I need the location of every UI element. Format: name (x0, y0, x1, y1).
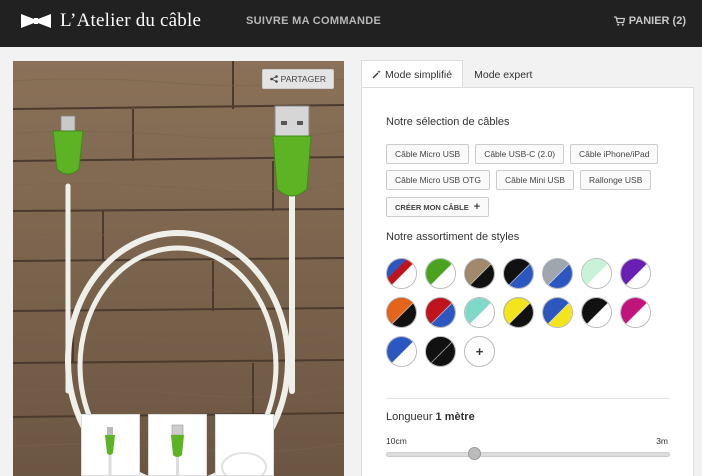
top-navigation-bar: L’Atelier du câble SUIVRE MA COMMANDE PA… (0, 0, 702, 47)
tab-expert-label: Mode expert (474, 68, 533, 81)
share-icon (269, 75, 278, 83)
length-min-label: 10cm (386, 436, 407, 446)
swatch-red-blue-2[interactable] (425, 297, 456, 328)
add-style-button[interactable]: + (464, 336, 495, 367)
cable-usb-c-button[interactable]: Câble USB-C (2.0) (475, 144, 565, 164)
tab-expert-mode[interactable]: Mode expert (463, 60, 544, 88)
create-cable-button[interactable]: CRÉER MON CÂBLE + (386, 197, 490, 217)
swatch-blue-yellow[interactable] (542, 297, 573, 328)
cable-mini-usb-button[interactable]: Câble Mini USB (495, 170, 574, 190)
thumbnail-usb-a[interactable] (148, 414, 207, 476)
length-label-text: Longueur (386, 411, 436, 423)
cable-selection-heading: Notre sélection de câbles (386, 116, 510, 128)
length-max-label: 3m (656, 436, 668, 446)
cable-loop-thumbnail (221, 452, 267, 476)
track-order-link[interactable]: SUIVRE MA COMMANDE (246, 15, 381, 27)
cart-label: PANIER (2) (628, 15, 686, 27)
thumbnail-micro-usb[interactable] (81, 414, 140, 476)
cable-micro-usb-button[interactable]: Câble Micro USB (386, 144, 470, 164)
swatch-black-black[interactable] (425, 336, 456, 367)
brand-name: L’Atelier du câble (60, 10, 202, 31)
length-slider-handle[interactable] (468, 447, 482, 460)
share-label: PARTAGER (280, 74, 326, 84)
swatch-red-blue[interactable] (386, 258, 417, 289)
swatch-orange-black[interactable] (386, 297, 417, 328)
swatch-green-white[interactable] (425, 258, 456, 289)
length-slider-track[interactable] (386, 452, 670, 457)
product-image: PARTAGER (13, 61, 344, 476)
magic-wand-icon (372, 70, 381, 79)
usb-extension-button[interactable]: Rallonge USB (579, 170, 652, 190)
swatch-mint-white[interactable] (581, 258, 612, 289)
swatch-black-white[interactable] (581, 297, 612, 328)
length-value: 1 mètre (435, 411, 475, 423)
micro-usb-connector-thumbnail (105, 427, 115, 475)
tab-simple-mode[interactable]: Mode simplifié (361, 60, 464, 88)
styles-heading: Notre assortiment de styles (386, 231, 520, 243)
swatch-yellow-black[interactable] (503, 297, 534, 328)
swatch-teal-white[interactable] (464, 297, 495, 328)
swatch-grey-blue[interactable] (542, 258, 573, 289)
swatch-black-blue[interactable] (503, 258, 534, 289)
swatch-purple-white[interactable] (620, 258, 651, 289)
cable-iphone-button[interactable]: Câble iPhone/iPad (570, 144, 659, 164)
share-button[interactable]: PARTAGER (261, 69, 334, 89)
divider (386, 398, 670, 399)
length-label: Longueur 1 mètre (386, 411, 475, 423)
swatch-magenta-white[interactable] (620, 297, 651, 328)
brand-logo[interactable]: L’Atelier du câble (21, 10, 201, 32)
configurator-panel: Notre sélection de câbles Câble Micro US… (361, 87, 694, 476)
cable-row-3: CRÉER MON CÂBLE + (386, 197, 490, 217)
cable-row-1: Câble Micro USB Câble USB-C (2.0) Câble … (386, 144, 659, 164)
mode-tabs: Mode simplifié Mode expert (361, 60, 544, 88)
thumbnail-strip (81, 414, 274, 476)
cart-icon (613, 16, 625, 26)
cart-button[interactable]: PANIER (2) (613, 15, 686, 27)
cable-row-2: Câble Micro USB OTG Câble Mini USB Rallo… (386, 170, 652, 190)
create-cable-label: CRÉER MON CÂBLE (395, 202, 469, 212)
cable-micro-usb-otg-button[interactable]: Câble Micro USB OTG (386, 170, 490, 190)
usb-a-connector-thumbnail (171, 424, 184, 475)
bow-tie-logo-icon (21, 14, 51, 28)
tab-simple-label: Mode simplifié (385, 68, 453, 81)
plus-icon: + (473, 201, 481, 213)
thumbnail-cable-loop[interactable] (215, 414, 274, 476)
swatch-tan-black[interactable] (464, 258, 495, 289)
swatch-blue-white[interactable] (386, 336, 417, 367)
